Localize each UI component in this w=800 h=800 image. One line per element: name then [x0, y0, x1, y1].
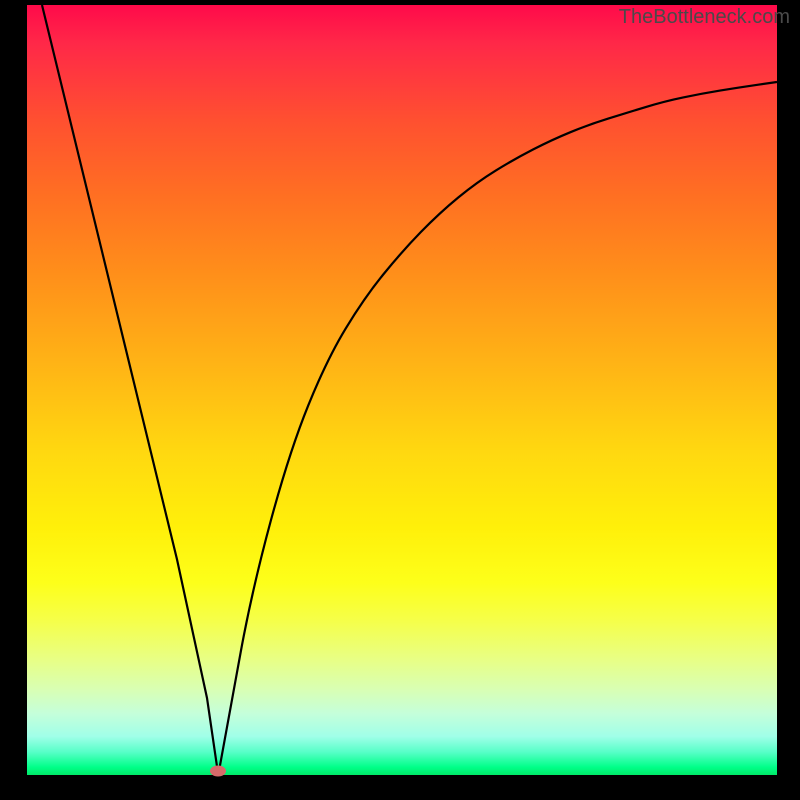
chart-plot-area	[27, 5, 777, 775]
watermark-text: TheBottleneck.com	[619, 6, 790, 29]
bottleneck-curve	[27, 5, 777, 775]
optimal-point-marker	[210, 766, 226, 777]
